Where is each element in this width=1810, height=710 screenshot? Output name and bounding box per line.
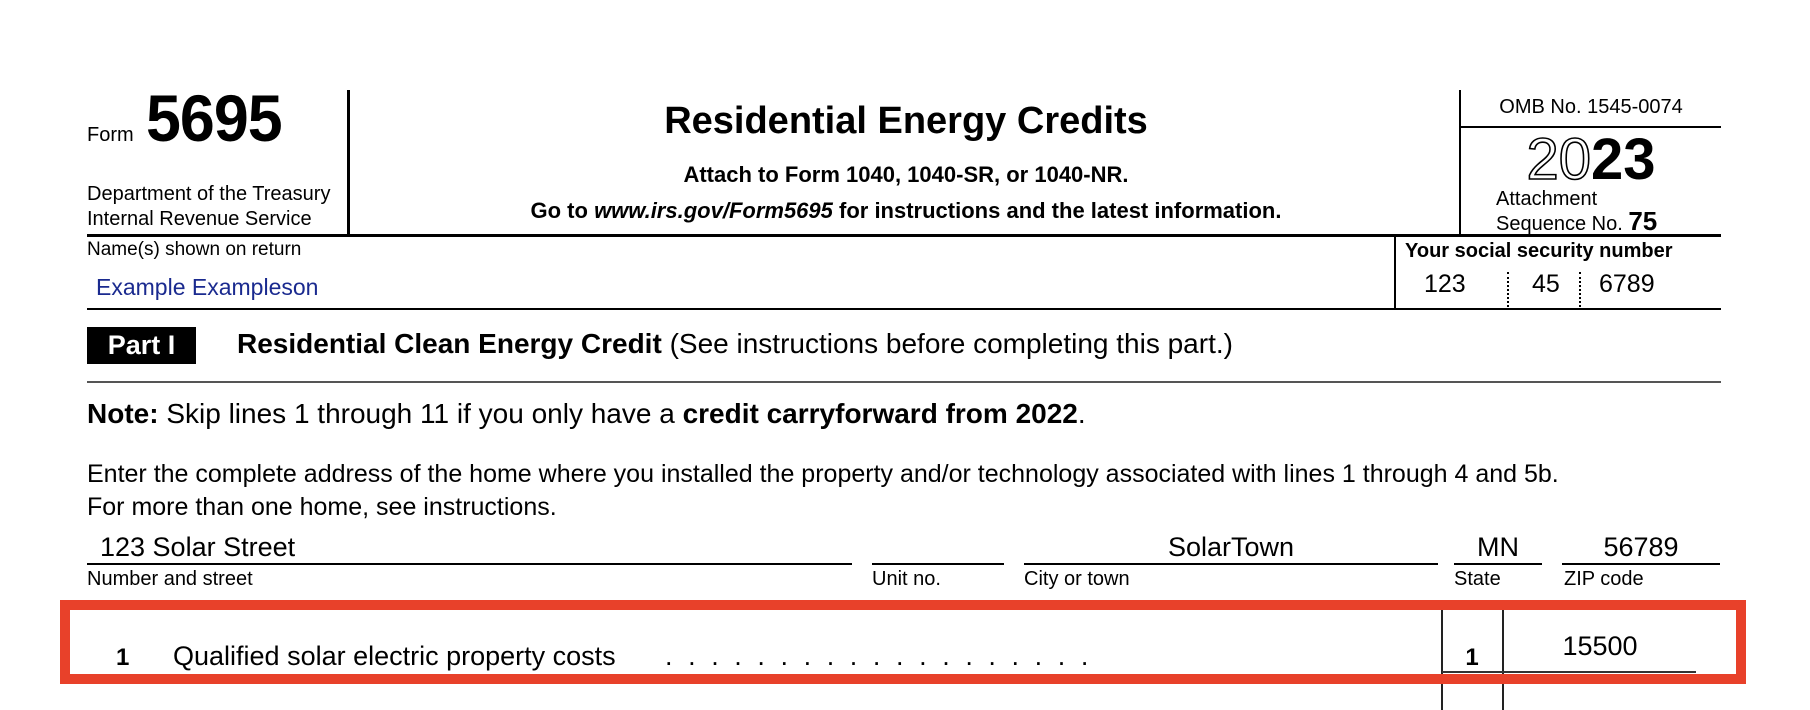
state-label: State xyxy=(1454,568,1501,590)
attach-line: Attach to Form 1040, 1040-SR, or 1040-NR… xyxy=(683,162,1129,187)
ssn-area-field[interactable]: 123 xyxy=(1424,270,1466,299)
line-1-highlight xyxy=(60,600,1746,684)
goto-line: Go to www.irs.gov/Form5695 for instructi… xyxy=(350,198,1462,224)
year-solid: 23 xyxy=(1591,127,1656,192)
instructions-line-2: For more than one home, see instructions… xyxy=(87,493,557,521)
ssn-separator xyxy=(1579,272,1581,307)
note-end: . xyxy=(1077,398,1086,429)
irs-link[interactable]: www.irs.gov/Form5695 xyxy=(594,198,833,223)
note-label: Note: xyxy=(87,398,159,429)
ssn-divider xyxy=(1394,237,1396,309)
zip-label: ZIP code xyxy=(1564,568,1644,590)
year-outline: 20 xyxy=(1526,127,1592,193)
city-field[interactable]: SolarTown xyxy=(1024,532,1438,563)
ssn-group-field[interactable]: 45 xyxy=(1532,270,1560,299)
divider xyxy=(87,381,1721,383)
zip-field[interactable]: 56789 xyxy=(1562,532,1720,563)
part-badge: Part I xyxy=(87,327,196,364)
sequence-number: 75 xyxy=(1628,206,1658,236)
note-text: Skip lines 1 through 11 if you only have… xyxy=(158,398,683,429)
divider xyxy=(87,234,1721,237)
goto-prefix: Go to xyxy=(530,198,595,223)
department-block: Department of the Treasury Internal Reve… xyxy=(87,182,330,232)
form-title: Residential Energy Credits xyxy=(664,100,1148,142)
part-title-note: (See instructions before completing this… xyxy=(661,328,1233,359)
part-title-bold: Residential Clean Energy Credit xyxy=(237,328,662,359)
goto-suffix: for instructions and the latest informat… xyxy=(832,198,1282,223)
ssn-separator xyxy=(1507,272,1509,307)
ssn-serial-field[interactable]: 6789 xyxy=(1599,270,1655,299)
street-field[interactable]: 123 Solar Street xyxy=(100,532,295,563)
tax-year: 2023 xyxy=(1461,127,1721,193)
part-title: Residential Clean Energy Credit (See ins… xyxy=(237,328,1233,360)
department: Department of the Treasury xyxy=(87,183,331,205)
omb-number: OMB No. 1545-0074 xyxy=(1499,96,1683,118)
sequence-label: Sequence No. xyxy=(1496,213,1623,235)
unit-underline xyxy=(872,563,1004,565)
state-underline xyxy=(1454,563,1542,565)
street-underline xyxy=(87,563,852,565)
form-word: Form xyxy=(87,124,134,146)
state-field[interactable]: MN xyxy=(1454,532,1542,563)
name-field[interactable]: Example Exampleson xyxy=(96,274,318,301)
street-label: Number and street xyxy=(87,568,253,590)
note-bold: credit carryforward from 2022 xyxy=(682,398,1078,429)
divider xyxy=(87,308,1721,310)
form-number: 5695 xyxy=(146,81,283,155)
note: Note: Skip lines 1 through 11 if you onl… xyxy=(87,398,1086,430)
ssn-label: Your social security number xyxy=(1405,240,1673,262)
attachment-sequence: Attachment Sequence No. 75 xyxy=(1496,188,1657,235)
city-label: City or town xyxy=(1024,568,1130,590)
zip-underline xyxy=(1562,563,1720,565)
agency: Internal Revenue Service xyxy=(87,208,312,230)
address-instructions: Enter the complete address of the home w… xyxy=(87,458,1807,524)
city-underline xyxy=(1024,563,1438,565)
unit-label: Unit no. xyxy=(872,568,941,590)
name-label: Name(s) shown on return xyxy=(87,239,302,260)
instructions-line-1: Enter the complete address of the home w… xyxy=(87,460,1559,488)
